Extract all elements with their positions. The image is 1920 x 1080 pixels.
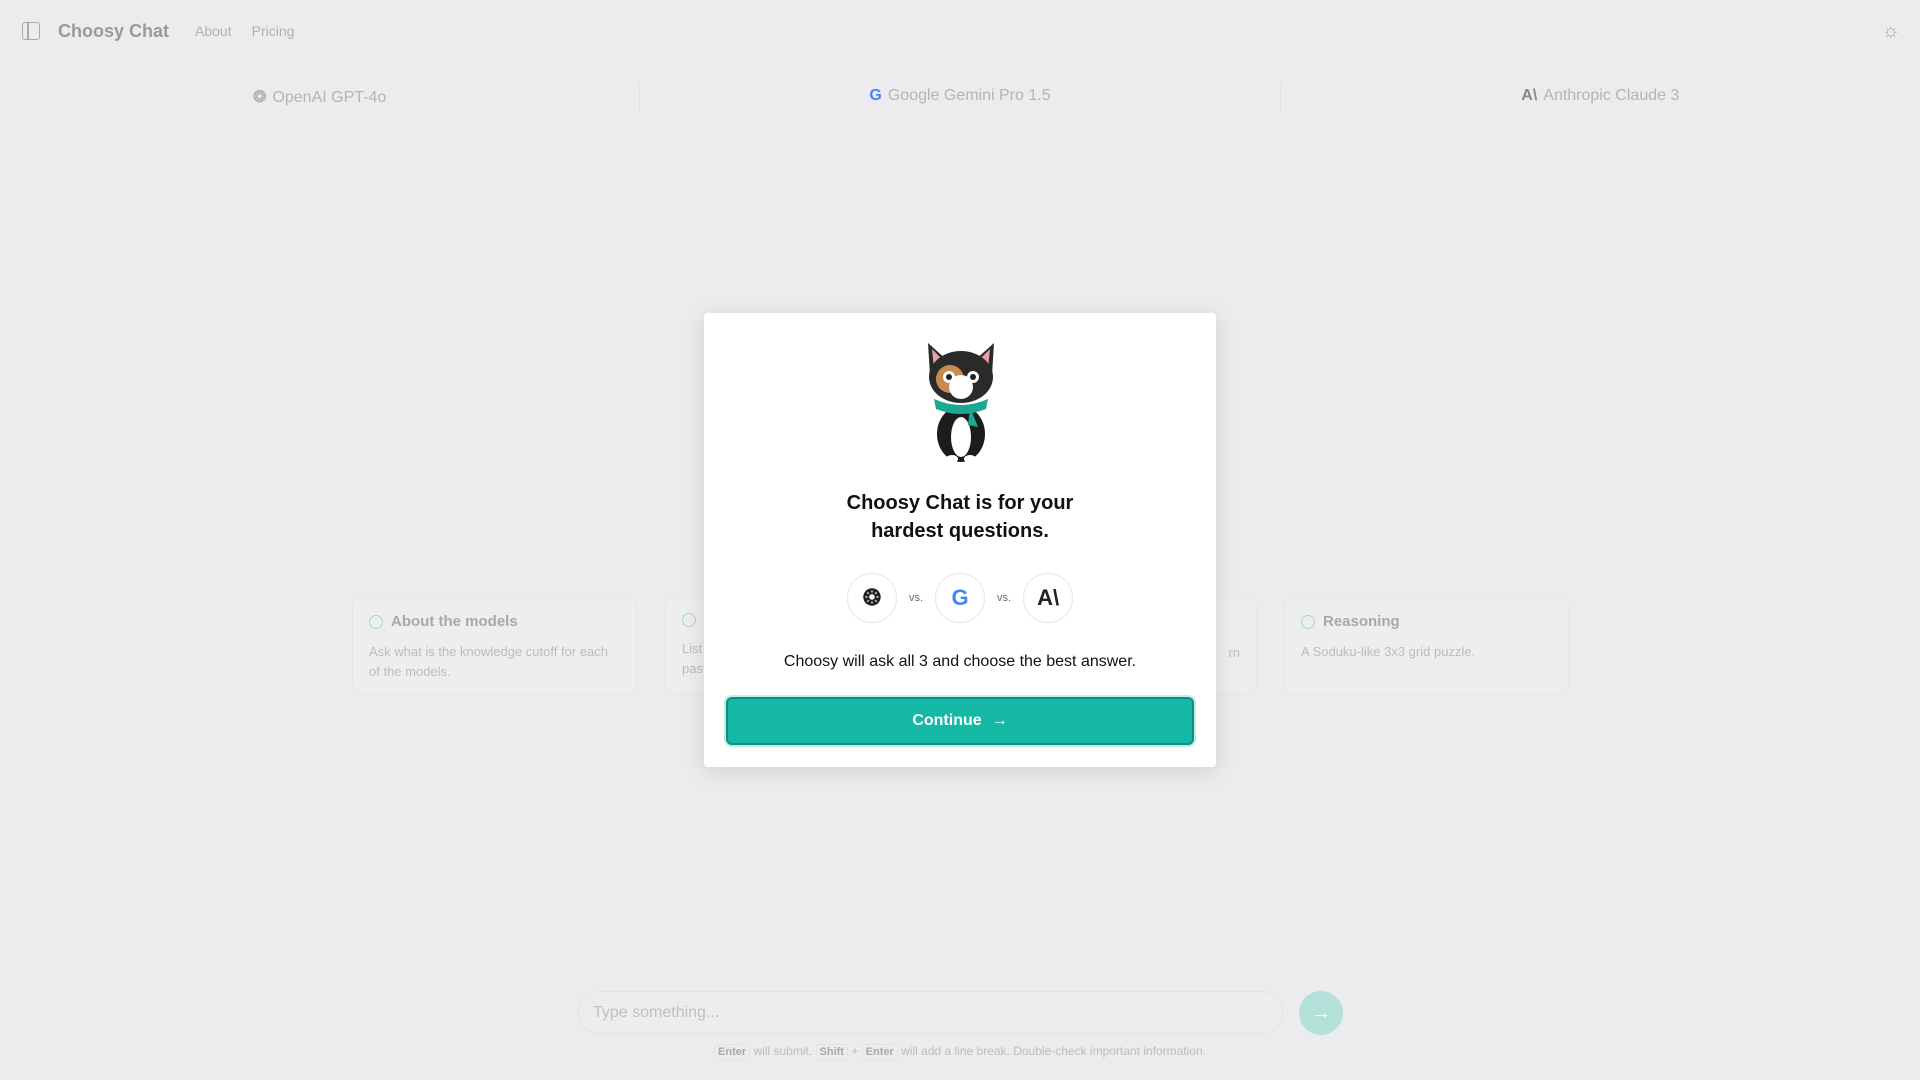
arrow-right-icon: →: [991, 712, 1008, 729]
hint-text: will submit.: [753, 1044, 813, 1058]
send-button[interactable]: →: [1299, 991, 1343, 1035]
model-columns: ❂ OpenAI GPT-4o G Google Gemini Pro 1.5 A\…: [0, 82, 1920, 112]
google-icon: G: [869, 87, 882, 104]
theme-toggle-sun-icon[interactable]: ☼: [1882, 20, 1900, 43]
continue-button[interactable]: Continue →: [726, 697, 1194, 745]
input-placeholder: Type something...: [593, 1003, 720, 1021]
arrow-right-icon: →: [1311, 1001, 1331, 1024]
title-line: hardest questions.: [871, 520, 1049, 542]
anthropic-icon: A\: [1023, 573, 1074, 623]
nav-about[interactable]: About: [195, 23, 232, 39]
info-icon: [369, 614, 383, 629]
model-anthropic: A\ Anthropic Claude 3: [1281, 82, 1920, 112]
modal-subtitle: Choosy will ask all 3 and choose the bes…: [783, 653, 1137, 670]
message-input[interactable]: Type something...: [578, 991, 1283, 1034]
continue-label: Continue: [912, 712, 982, 729]
brain-icon: [1301, 614, 1315, 629]
vs-label: vs.: [997, 592, 1012, 604]
brand-title[interactable]: Choosy Chat: [58, 21, 169, 42]
openai-icon: ❂: [253, 89, 267, 106]
header: Choosy Chat About Pricing ☼: [0, 0, 1920, 62]
kbd-enter: Enter: [861, 1044, 898, 1060]
card-desc: A Soduku-like 3x3 grid puzzle.: [1301, 644, 1476, 659]
card-title: About the models: [391, 613, 518, 630]
card-title: Reasoning: [1323, 613, 1400, 630]
model-logos: ❂ vs. G vs. A\: [704, 573, 1216, 623]
modal-title: Choosy Chat is for your hardest questions…: [704, 489, 1216, 545]
sidebar-toggle-icon[interactable]: [22, 22, 40, 40]
nav-pricing[interactable]: Pricing: [252, 23, 295, 39]
cat-mascot-image: [928, 343, 994, 463]
google-icon: G: [935, 573, 985, 623]
hint-text: will add a line break. Double-check impo…: [901, 1044, 1206, 1058]
card-desc: Ask what is the knowledge cutoff for eac…: [369, 644, 608, 679]
vs-label: vs.: [908, 592, 923, 604]
suggestion-card[interactable]: About the models Ask what is the knowled…: [352, 598, 637, 693]
welcome-modal: Choosy Chat is for your hardest questions…: [704, 313, 1216, 767]
model-label: Google Gemini Pro 1.5: [887, 87, 1051, 104]
openai-icon: ❂: [846, 573, 897, 623]
title-line: Choosy Chat is for your: [846, 492, 1074, 514]
kbd-shift: Shift: [815, 1044, 848, 1060]
model-label: OpenAI GPT-4o: [272, 89, 387, 106]
hint-plus: +: [851, 1044, 859, 1058]
clock-icon: [682, 613, 696, 627]
kbd-enter: Enter: [714, 1044, 751, 1060]
anthropic-icon: A\: [1521, 87, 1538, 104]
model-label: Anthropic Claude 3: [1543, 87, 1680, 104]
input-hint: Enter will submit. Shift + Enter will ad…: [0, 1044, 1920, 1060]
suggestion-card[interactable]: Reasoning A Soduku-like 3x3 grid puzzle.: [1284, 598, 1569, 693]
model-openai: ❂ OpenAI GPT-4o: [0, 82, 641, 112]
model-google: G Google Gemini Pro 1.5: [640, 82, 1281, 112]
